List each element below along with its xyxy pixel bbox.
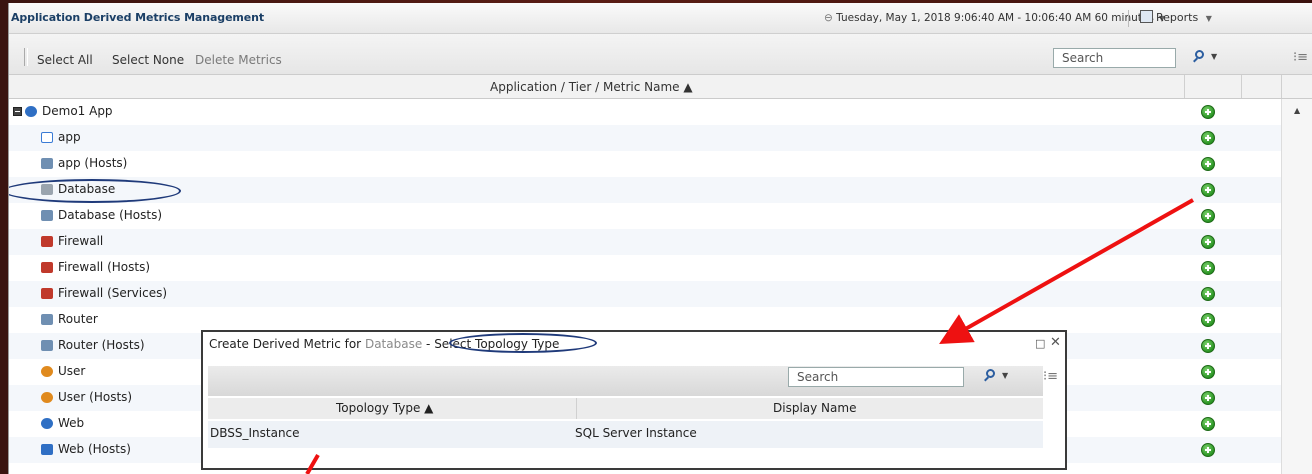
annotation-arrow bbox=[939, 198, 1194, 344]
annotation-arrows bbox=[305, 198, 1194, 474]
annotation-arrow bbox=[305, 453, 320, 474]
